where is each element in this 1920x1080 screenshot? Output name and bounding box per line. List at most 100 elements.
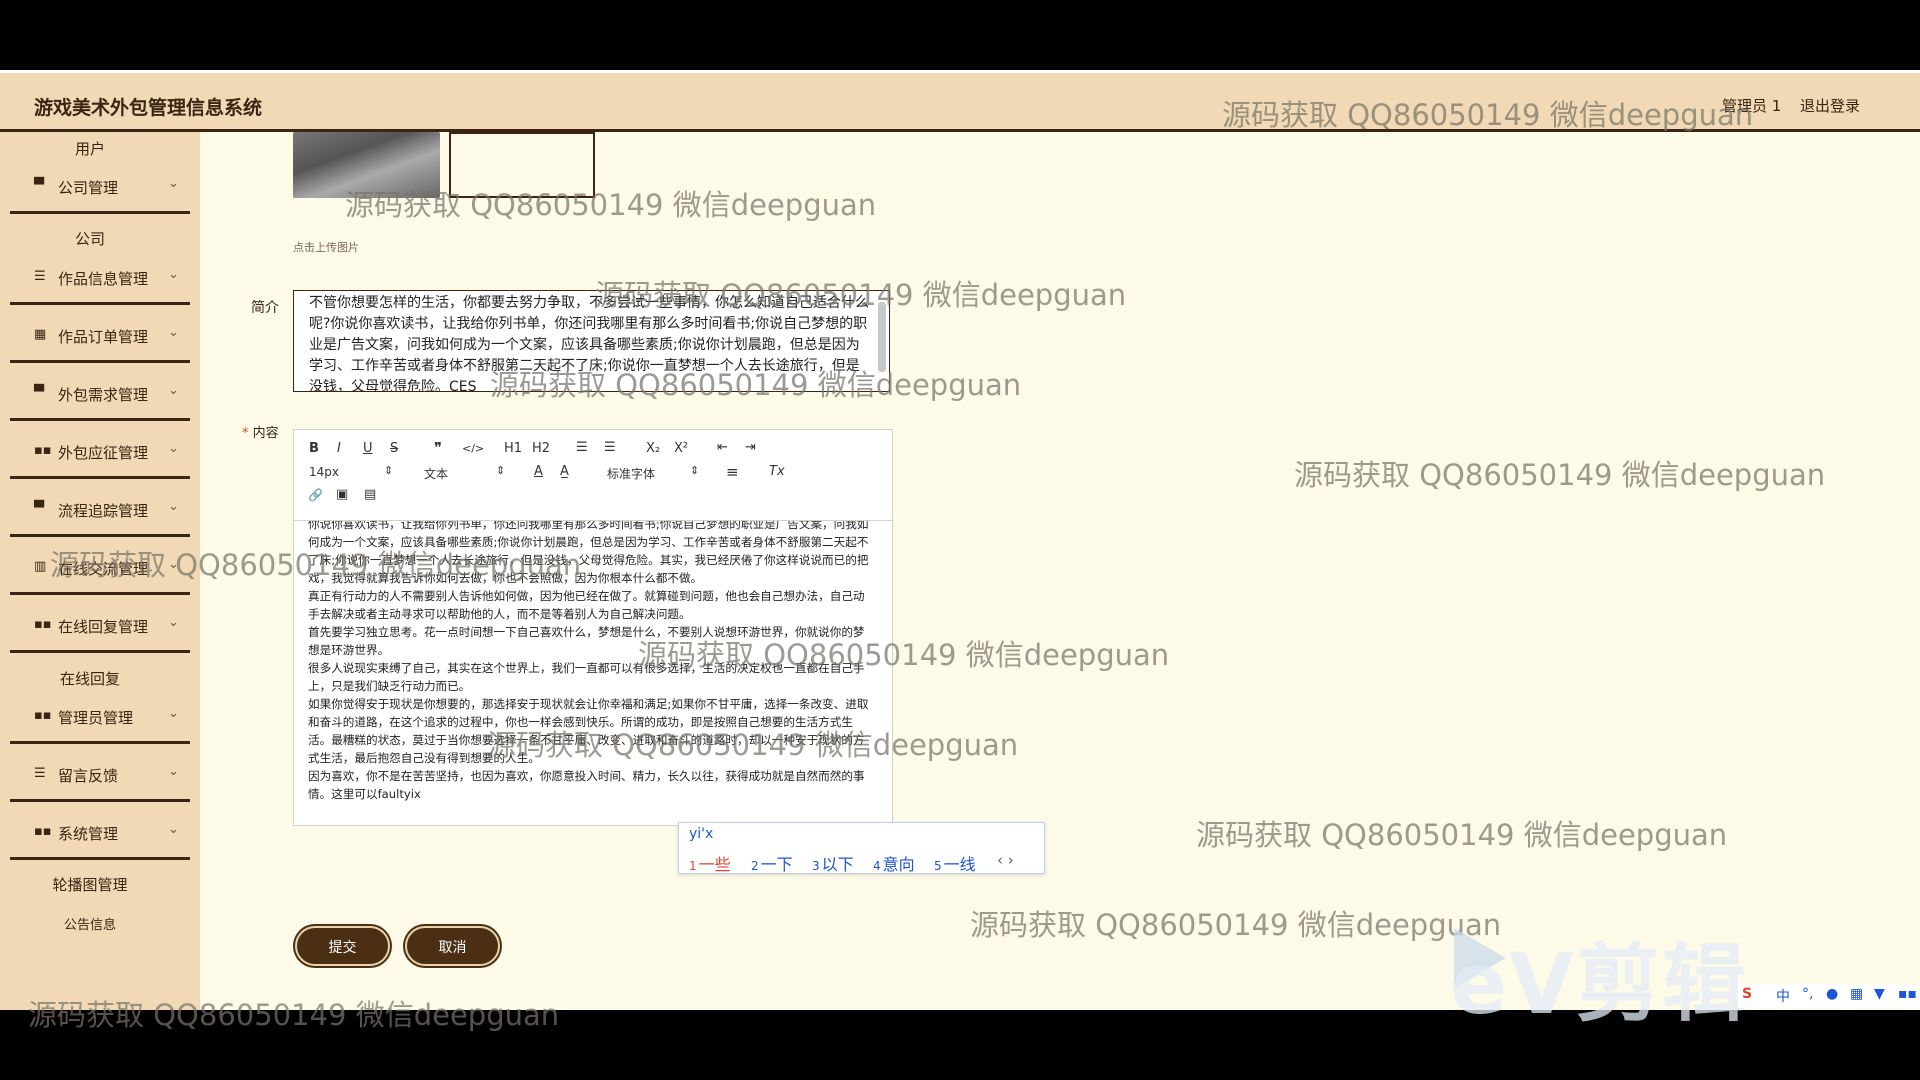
sidebar-sub-user[interactable]: 用户: [0, 138, 180, 159]
image-icon[interactable]: ▣: [336, 487, 348, 502]
chevron-down-icon: ⌄: [168, 383, 179, 398]
sogou-logo-icon: S: [1742, 986, 1753, 1002]
taskbar-ime-toolbar: S 中 °, ● ▦ ▼ ▪▪: [1738, 984, 1920, 1008]
bullet-list-icon[interactable]: ☰: [604, 440, 616, 455]
cancel-button[interactable]: 取消: [405, 926, 500, 966]
chevron-down-icon: ⌄: [168, 764, 179, 779]
outdent-icon[interactable]: ⇤: [717, 440, 728, 455]
monitor-icon: ▀: [34, 385, 44, 400]
format-select[interactable]: 文本: [424, 465, 448, 482]
heading2-button[interactable]: H2: [532, 441, 550, 456]
punctuation-icon[interactable]: °,: [1802, 986, 1813, 1002]
chevron-down-icon: ⌄: [168, 557, 179, 572]
bold-button[interactable]: B: [309, 441, 319, 456]
chevron-down-icon: ⌄: [168, 499, 179, 514]
sidebar-item-company[interactable]: ▀ 公司管理 ⌄: [10, 158, 190, 214]
ordered-list-icon[interactable]: ☰: [576, 440, 588, 455]
quote-icon[interactable]: ❞: [434, 439, 442, 457]
uploaded-image-thumbnail: [293, 132, 440, 198]
superscript-button[interactable]: X²: [674, 441, 688, 456]
microphone-icon[interactable]: ●: [1826, 986, 1838, 1002]
indent-icon[interactable]: ⇥: [745, 440, 756, 455]
list-icon: ☰: [34, 269, 46, 284]
apps-icon: ▪▪: [34, 824, 52, 839]
ev-play-icon: [1454, 928, 1506, 988]
sidebar-item-label: 流程追踪管理: [58, 502, 149, 520]
chevron-down-icon: ⌄: [168, 706, 179, 721]
logout-link[interactable]: 退出登录: [1800, 95, 1860, 116]
font-family-select[interactable]: 标准字体: [607, 465, 655, 482]
ime-candidate-window: yi'x 1 一些 2 一下 3 以下 4 意向 5 一线 ‹ ›: [678, 822, 1045, 874]
ime-candidate[interactable]: 3 以下: [812, 851, 854, 875]
sidebar-item-label: 外包需求管理: [58, 386, 149, 404]
sidebar-sub-notice[interactable]: 公告信息: [0, 914, 180, 933]
ime-candidate[interactable]: 2 一下: [751, 851, 793, 875]
sidebar-sub-banner[interactable]: 轮播图管理: [0, 874, 180, 895]
background-color-icon[interactable]: A̲: [560, 464, 569, 479]
ime-candidate[interactable]: 1 一些: [689, 851, 731, 875]
apps-icon: ▪▪: [34, 708, 52, 723]
chevron-down-icon: ⌄: [168, 325, 179, 340]
subscript-button[interactable]: X₂: [646, 441, 660, 456]
sidebar-item-label: 在线交流管理: [58, 560, 149, 578]
heading1-button[interactable]: H1: [504, 441, 522, 456]
skin-icon[interactable]: ▼: [1874, 986, 1885, 1002]
chevron-down-icon: ⌄: [168, 615, 179, 630]
sidebar-sub-company[interactable]: 公司: [0, 228, 180, 249]
sidebar-item-label: 系统管理: [58, 825, 119, 843]
video-icon[interactable]: ▤: [364, 487, 376, 502]
link-icon[interactable]: 🔗: [308, 488, 323, 502]
chevron-down-icon: ⌄: [168, 441, 179, 456]
sidebar-item-orders[interactable]: ▦ 作品订单管理 ⌄: [10, 307, 190, 363]
editor-content-area[interactable]: 你说你喜欢读书，让我给你列书单，你还问我哪里有那么多时间看书;你说自己梦想的职业…: [294, 520, 892, 820]
top-header: 游戏美术外包管理信息系统 管理员 1 退出登录: [0, 70, 1920, 132]
chevron-updown-icon: ⇕: [384, 464, 394, 477]
chevron-updown-icon: ⇕: [690, 464, 700, 477]
intro-scrollbar[interactable]: [878, 302, 886, 372]
ime-page-arrows[interactable]: ‹ ›: [997, 851, 1014, 869]
sidebar-item-label: 外包应征管理: [58, 444, 149, 462]
sidebar: 用户 ▀ 公司管理 ⌄ 公司 ☰ 作品信息管理 ⌄ ▦ 作品订单管理 ⌄ ▀ 外…: [0, 132, 200, 1010]
italic-button[interactable]: I: [337, 441, 341, 456]
sidebar-item-works[interactable]: ☰ 作品信息管理 ⌄: [10, 249, 190, 305]
sidebar-item-feedback[interactable]: ☰ 留言反馈 ⌄: [10, 746, 190, 802]
ime-candidate[interactable]: 4 意向: [873, 851, 915, 875]
sidebar-item-chat[interactable]: ▥ 在线交流管理 ⌄: [10, 539, 190, 595]
toolbox-icon[interactable]: ▪▪: [1898, 986, 1917, 1002]
sidebar-item-admin[interactable]: ▪▪ 管理员管理 ⌄: [10, 688, 190, 744]
upload-hint[interactable]: 点击上传图片: [293, 239, 359, 255]
sidebar-item-reply[interactable]: ▪▪ 在线回复管理 ⌄: [10, 597, 190, 653]
sidebar-item-apply[interactable]: ▪▪ 外包应征管理 ⌄: [10, 423, 190, 479]
ime-candidate[interactable]: 5 一线: [934, 851, 976, 875]
sidebar-sub-reply[interactable]: 在线回复: [0, 668, 180, 689]
font-color-icon[interactable]: A: [534, 464, 543, 479]
upload-image-box[interactable]: [449, 132, 595, 198]
keyboard-icon[interactable]: ▦: [1850, 986, 1863, 1002]
sidebar-item-system[interactable]: ▪▪ 系统管理 ⌄: [10, 804, 190, 860]
align-icon[interactable]: ≡: [726, 463, 739, 481]
list-icon: ☰: [34, 766, 46, 781]
code-icon[interactable]: </>: [462, 442, 484, 455]
app-window: 游戏美术外包管理信息系统 管理员 1 退出登录 用户 ▀ 公司管理 ⌄ 公司 ☰…: [0, 70, 1920, 1010]
required-mark: *: [242, 426, 249, 441]
strike-button[interactable]: S: [390, 441, 398, 456]
font-size-select[interactable]: 14px: [309, 465, 339, 479]
ime-language[interactable]: 中: [1776, 986, 1790, 1006]
submit-button[interactable]: 提交: [295, 926, 390, 966]
editor-text: 你说你喜欢读书，让我给你列书单，你还问我哪里有那么多时间看书;你说自己梦想的职业…: [308, 520, 869, 801]
underline-button[interactable]: U: [363, 441, 373, 456]
rich-text-editor: B I U S ❞ </> H1 H2 ☰ ☰ X₂ X² ⇤ ⇥ 14px ⇕…: [293, 429, 893, 826]
sidebar-item-demand[interactable]: ▀ 外包需求管理 ⌄: [10, 365, 190, 421]
monitor-icon: ▀: [34, 501, 44, 516]
ime-pinyin-input: yi'x: [689, 826, 714, 842]
clear-format-icon[interactable]: Tx: [769, 464, 785, 479]
content-label: * 内容: [242, 422, 279, 441]
sidebar-item-label: 公司管理: [58, 179, 119, 197]
sidebar-item-label: 作品订单管理: [58, 328, 149, 346]
chevron-updown-icon: ⇕: [496, 464, 506, 477]
sidebar-item-label: 作品信息管理: [58, 270, 149, 288]
sidebar-item-track[interactable]: ▀ 流程追踪管理 ⌄: [10, 481, 190, 537]
intro-textarea[interactable]: 不管你想要怎样的生活，你都要去努力争取，不多尝试一些事情，你怎么知道自己适合什么…: [293, 290, 890, 392]
main-content: 点击上传图片 简介 不管你想要怎样的生活，你都要去努力争取，不多尝试一些事情，你…: [200, 132, 1920, 1010]
chevron-down-icon: ⌄: [168, 267, 179, 282]
